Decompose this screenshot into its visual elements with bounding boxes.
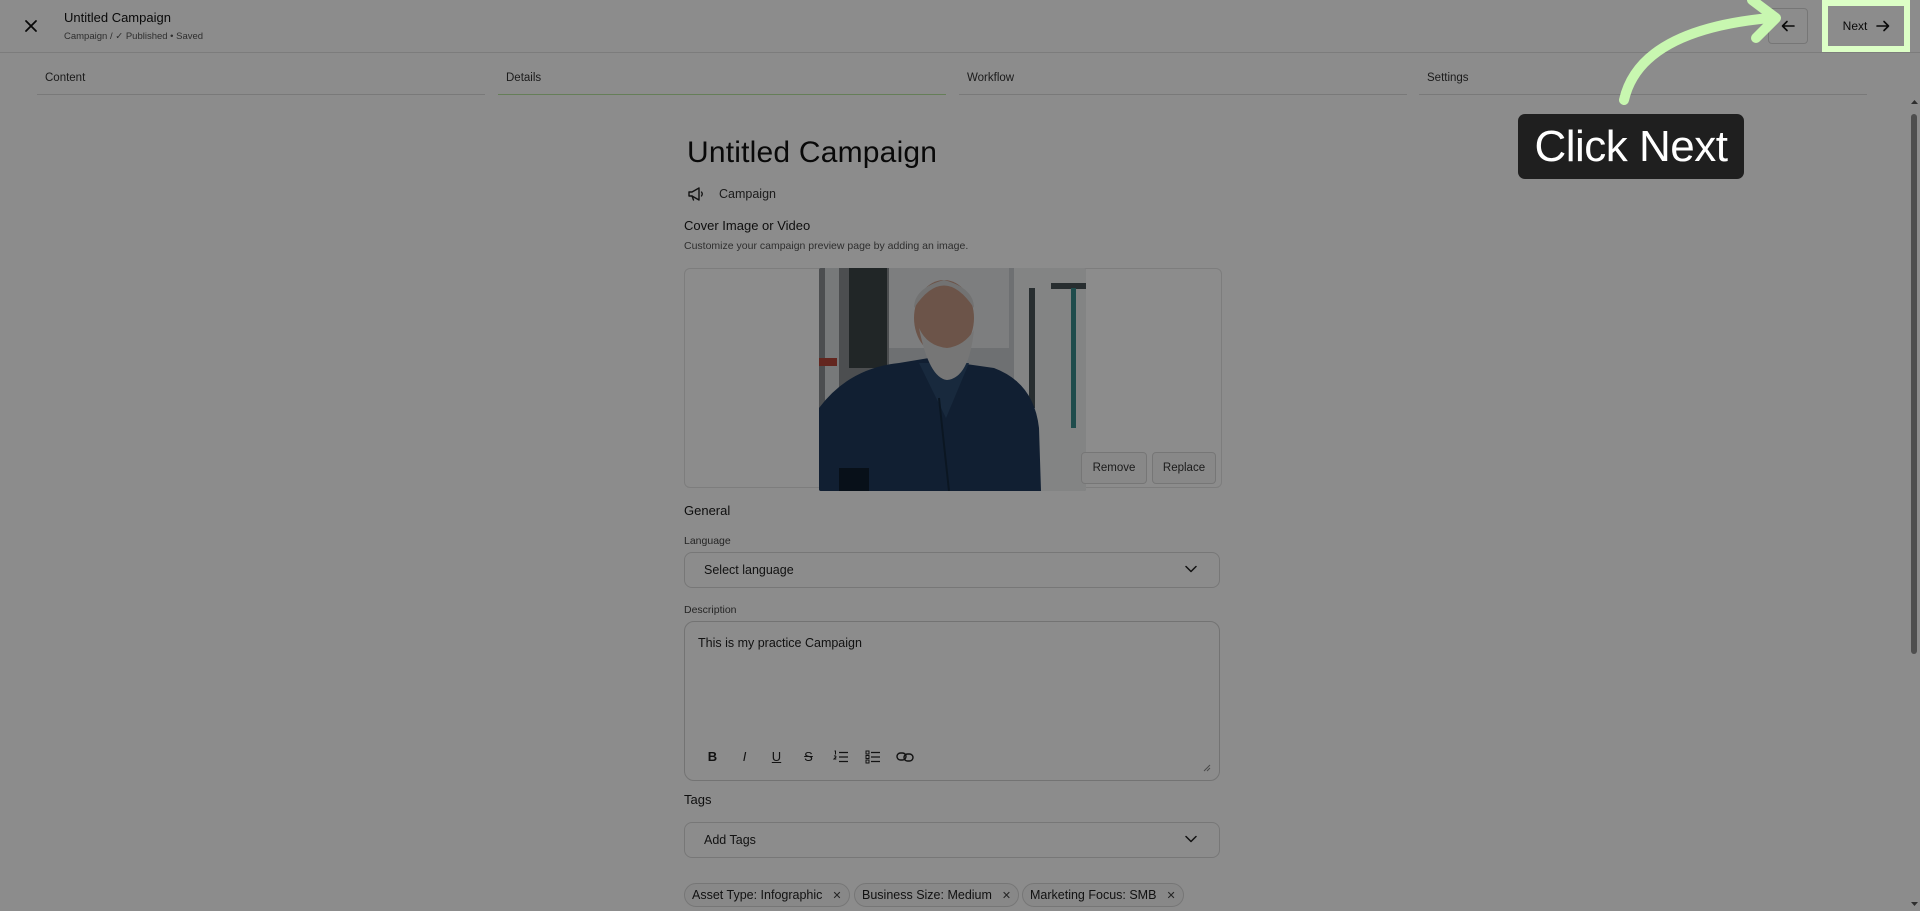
formatting-toolbar: B I U S [703, 747, 914, 766]
close-button[interactable] [18, 13, 44, 39]
tab-label: Details [506, 72, 542, 84]
remove-tag-icon[interactable]: ✕ [832, 889, 841, 902]
tab-label: Settings [1427, 72, 1469, 84]
bullet-list-icon[interactable] [863, 747, 882, 766]
description-text[interactable]: This is my practice Campaign [698, 636, 862, 650]
underline-icon[interactable]: U [767, 747, 786, 766]
resize-handle-icon[interactable] [1203, 764, 1211, 772]
cover-helper-text: Customize your campaign preview page by … [684, 240, 969, 252]
content-type: Campaign [687, 186, 776, 202]
document-title: Untitled Campaign [64, 10, 171, 25]
language-label: Language [684, 535, 731, 547]
campaign-title[interactable]: Untitled Campaign [687, 136, 937, 170]
megaphone-icon [688, 187, 703, 201]
tab-label: Content [45, 72, 86, 84]
replace-image-button[interactable]: Replace [1152, 452, 1216, 484]
language-select[interactable]: Select language [684, 552, 1220, 588]
link-icon[interactable] [895, 747, 914, 766]
cover-label: Cover Image or Video [684, 218, 811, 233]
tab-label: Workflow [967, 72, 1015, 84]
ordered-list-icon[interactable] [831, 747, 850, 766]
close-icon [25, 20, 37, 32]
language-select-value: Select language [704, 563, 794, 577]
document-status: Campaign / ✓ Published • Saved [64, 31, 204, 42]
chevron-down-icon [1185, 565, 1197, 573]
tags-heading: Tags [684, 792, 712, 807]
remove-tag-icon[interactable]: ✕ [1002, 889, 1011, 902]
annotation-callout: Click Next [1518, 114, 1744, 179]
annotation-arrow-icon [1619, 0, 1781, 105]
remove-image-button[interactable]: Remove [1081, 452, 1147, 484]
cover-image [819, 268, 1086, 491]
chevron-down-icon [1185, 835, 1197, 843]
description-label: Description [684, 604, 737, 616]
scroll-down-icon[interactable] [1909, 899, 1920, 909]
tag-chip-label: Marketing Focus: SMB [1030, 888, 1157, 902]
strikethrough-icon[interactable]: S [799, 747, 818, 766]
general-heading: General [684, 503, 731, 518]
tab-workflow[interactable]: Workflow [959, 65, 1407, 95]
tag-chip: Asset Type: Infographic ✕ [684, 883, 850, 907]
tags-select[interactable]: Add Tags [684, 822, 1220, 858]
tags-select-placeholder: Add Tags [704, 833, 756, 847]
description-editor[interactable]: This is my practice Campaign B I U S [684, 621, 1220, 781]
tab-content[interactable]: Content [37, 65, 485, 95]
remove-tag-icon[interactable]: ✕ [1166, 889, 1175, 902]
scroll-up-icon[interactable] [1909, 97, 1920, 107]
content-type-label: Campaign [719, 187, 776, 201]
bold-icon[interactable]: B [703, 747, 722, 766]
tag-chip: Business Size: Medium ✕ [854, 883, 1020, 907]
tag-chip-label: Business Size: Medium [862, 888, 992, 902]
tab-details[interactable]: Details [498, 65, 946, 95]
italic-icon[interactable]: I [735, 747, 754, 766]
tag-chip-label: Asset Type: Infographic [692, 888, 823, 902]
scrollbar-thumb[interactable] [1911, 114, 1917, 654]
tag-chip: Marketing Focus: SMB ✕ [1022, 883, 1184, 907]
next-button-highlight [1822, 0, 1910, 52]
